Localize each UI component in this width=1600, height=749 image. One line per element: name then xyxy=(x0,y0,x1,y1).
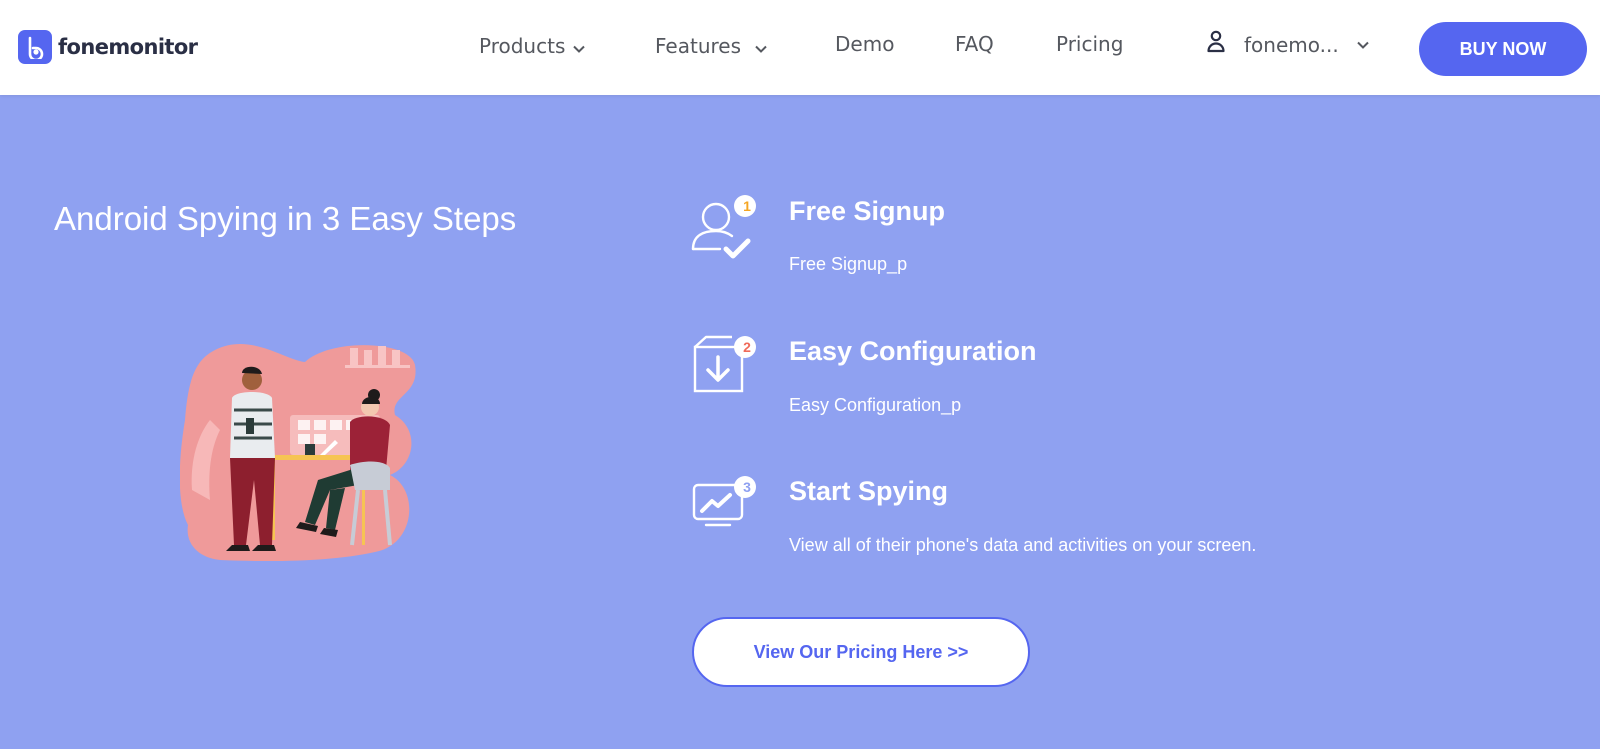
step-3-number-badge: 3 xyxy=(743,479,751,495)
step-1-number-badge: 1 xyxy=(743,198,751,214)
nav-faq[interactable]: FAQ xyxy=(955,32,994,56)
step-3-description: View all of their phone's data and activ… xyxy=(789,535,1257,555)
nav-pricing-label: Pricing xyxy=(1056,32,1124,56)
site-header: fonemonitor Products Features Demo FAQ P… xyxy=(0,0,1600,95)
step-2-number-badge: 2 xyxy=(743,339,751,355)
hero-title: Android Spying in 3 Easy Steps xyxy=(54,200,517,237)
chevron-down-icon xyxy=(1356,36,1369,54)
logo-text: fonemonitor xyxy=(58,35,198,59)
step-2-title: Easy Configuration xyxy=(789,336,1037,366)
nav-products-label: Products xyxy=(479,34,566,58)
nav-demo[interactable]: Demo xyxy=(835,32,894,56)
user-menu[interactable]: fonemo... xyxy=(1206,30,1369,59)
nav-demo-label: Demo xyxy=(835,32,895,56)
logo[interactable]: fonemonitor xyxy=(18,30,198,64)
nav-faq-label: FAQ xyxy=(955,32,994,56)
user-name: fonemo... xyxy=(1244,32,1339,57)
nav-products[interactable]: Products xyxy=(479,34,586,58)
step-1-title: Free Signup xyxy=(789,196,946,226)
nav-features[interactable]: Features xyxy=(655,34,767,58)
logo-icon xyxy=(18,30,52,64)
view-pricing-button[interactable]: View Our Pricing Here >> xyxy=(692,617,1030,687)
nav-pricing[interactable]: Pricing xyxy=(1056,32,1123,56)
step-3-title: Start Spying xyxy=(789,476,949,506)
chevron-down-icon xyxy=(755,34,767,58)
user-icon xyxy=(1206,30,1226,59)
chevron-down-icon xyxy=(573,34,586,58)
step-2-description: Easy Configuration_p xyxy=(789,395,962,415)
nav-features-label: Features xyxy=(655,34,741,58)
step-1-description: Free Signup_p xyxy=(789,254,908,274)
people-at-table-illustration xyxy=(179,340,420,570)
buy-now-button[interactable]: BUY NOW xyxy=(1419,22,1587,76)
